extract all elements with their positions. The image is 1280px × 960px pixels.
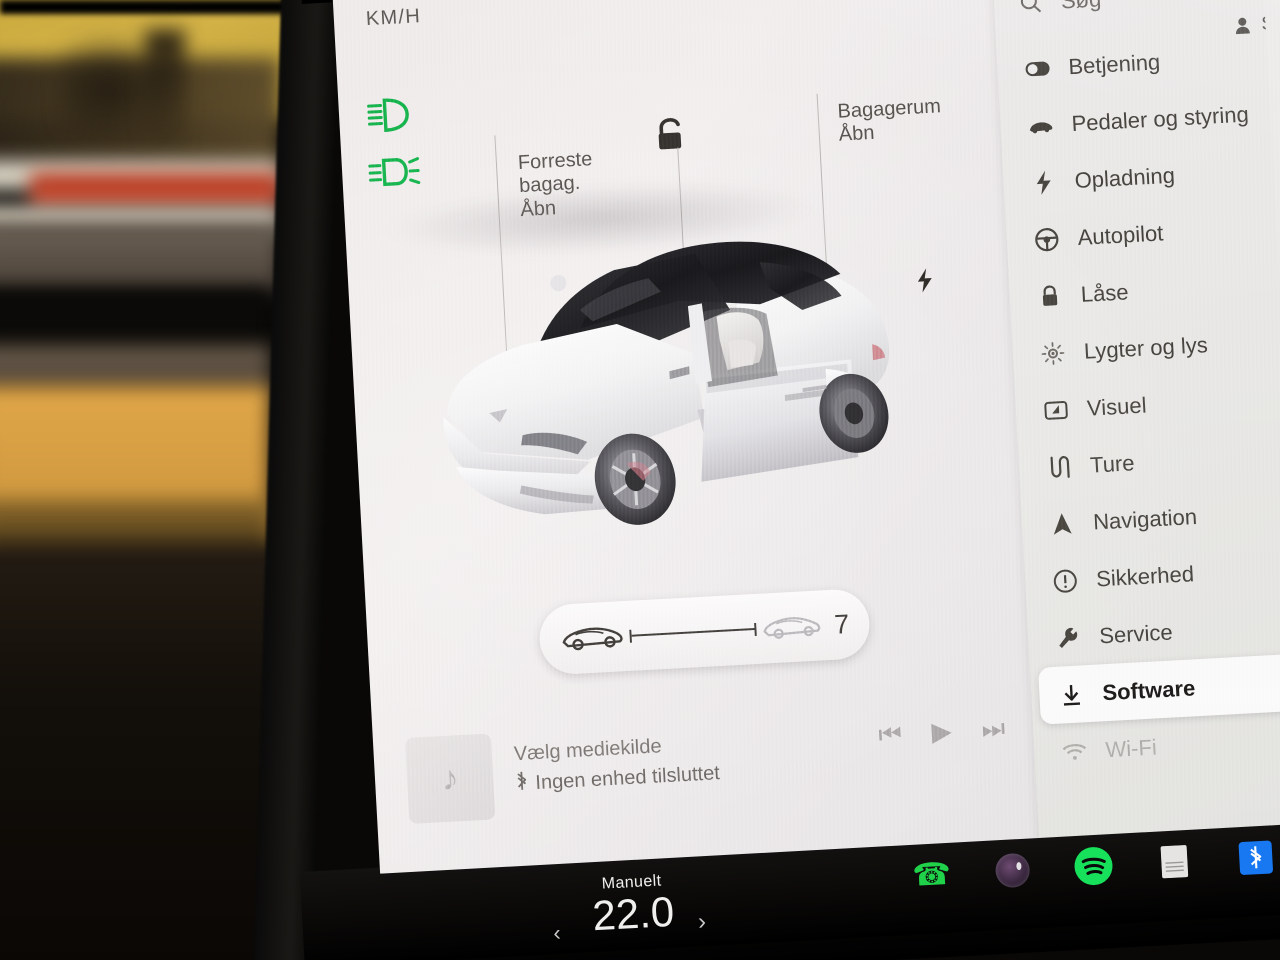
media-transport-controls: ⏮ ▶ ⏭ [878,713,1006,752]
bluetooth-app-icon[interactable] [1233,835,1277,879]
bluetooth-icon [515,771,529,798]
climate-control[interactable]: Manuelt 22.0 [590,872,676,940]
navigation-arrow-icon [1048,511,1076,536]
bg-dark-foreground [0,545,280,960]
display-icon [1042,399,1070,420]
drive-panel: 0 KM/H 65 % [330,0,1039,877]
alert-circle-icon [1051,568,1079,593]
media-device-status: Ingen enhed tilsluttet [534,761,721,794]
wifi-icon [1060,741,1088,762]
search-placeholder-label: Søg [1060,0,1102,15]
radio-app-icon[interactable] [1152,840,1196,884]
unlock-icon[interactable] [652,117,694,266]
play-button[interactable]: ▶ [931,716,953,749]
sidebar-item-label: Ture [1089,449,1136,478]
follow-distance-control[interactable]: 7 [537,587,872,676]
search-input[interactable]: Søg [1017,0,1102,23]
light-bulb-icon [1038,340,1066,365]
media-text-block[interactable]: Vælg mediekilde Ingen enhed tilsluttet [513,732,720,797]
previous-track-button[interactable]: ⏮ [878,718,903,751]
media-status-row: Ingen enhed tilsluttet [515,760,721,797]
bg-black-gap [0,288,270,350]
speed-unit-label: KM/H [365,5,422,31]
search-icon [1017,0,1044,15]
follow-distance-value: 7 [833,608,851,640]
sidebar-item-label: Visuel [1086,392,1148,421]
wrench-icon [1054,625,1082,650]
distance-gauge [629,622,757,643]
sidebar-item-label: Navigation [1092,503,1198,535]
car-side-outline-icon [760,609,824,645]
steering-wheel-icon [1032,226,1060,251]
bolt-icon [1029,170,1057,195]
hvac-temp-value: 22.0 [591,887,676,940]
vehicle-3d-render[interactable] [425,190,963,563]
download-icon [1057,682,1085,707]
trip-route-icon [1044,454,1072,479]
temp-increase-button[interactable]: › [697,908,707,936]
music-note-icon[interactable]: ♪ [404,733,496,824]
sidebar-item-label: Låse [1080,278,1130,307]
next-track-button[interactable]: ⏭ [981,713,1006,746]
bg-gray-surface [0,222,280,292]
lock-icon [1035,283,1063,308]
bg-post [145,30,185,150]
sidebar-item-label: Pedaler og styring [1070,101,1250,136]
low-beam-headlight-icon [366,97,414,133]
sidebar-item-label: Sikkerhed [1095,560,1195,591]
phone-app-icon[interactable]: ☎ [910,853,954,897]
bg-red-accent [30,172,280,210]
front-trunk-line-1: Forreste [517,148,593,175]
sidebar-item-label: Wi-Fi [1104,733,1158,762]
photo-of-tesla-touchscreen: 0 KM/H 65 % [0,0,1280,960]
sidebar-item-label: Software [1101,674,1196,705]
car-side-icon [559,619,627,658]
tesla-touchscreen: 0 KM/H 65 % [330,0,1280,877]
settings-menu: Betjening Pedaler og styring Opladning A… [996,24,1280,782]
sidebar-item-label: Betjening [1067,48,1161,79]
rear-trunk-callout[interactable]: Bagagerum Åbn [816,93,943,266]
toggle-icon [1023,60,1051,77]
sidebar-item-label: Service [1098,618,1174,648]
camera-app-icon[interactable] [991,848,1035,892]
sidebar-item-label: Opladning [1073,162,1176,193]
sidebar-item-label: Lygter og lys [1083,331,1209,364]
sidebar-item-label: Autopilot [1077,219,1164,250]
settings-sidebar: 10.33 13°C Gemmer Søg [989,0,1280,841]
temp-decrease-button[interactable]: ‹ [553,920,562,946]
spotify-app-icon[interactable] [1071,844,1115,888]
front-fog-light-icon [367,155,421,188]
car-front-icon [1026,117,1054,134]
rear-trunk-line-2: Åbn [838,122,876,147]
